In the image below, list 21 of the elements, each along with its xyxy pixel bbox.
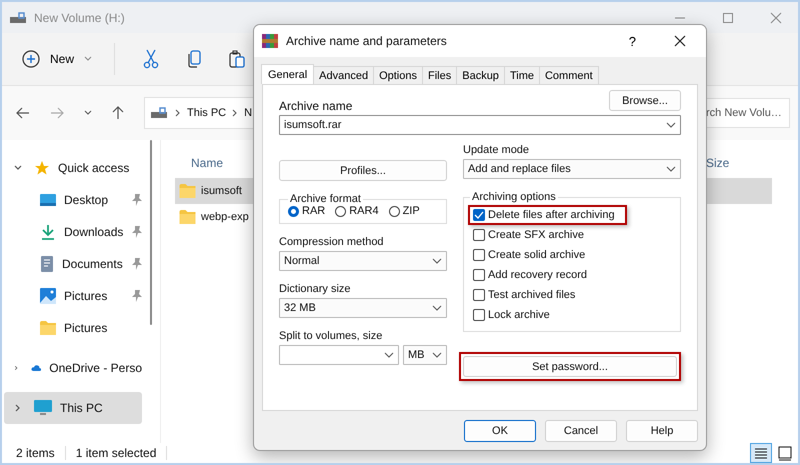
field-label: Archive name — [279, 99, 352, 113]
field-label: Dictionary size — [279, 283, 352, 295]
group-label: Archive format — [289, 193, 362, 205]
file-name: isumsoft — [201, 185, 242, 197]
field-label: Update mode — [463, 144, 530, 156]
sidebar-label: Documents — [62, 257, 124, 271]
field-label: Compression method — [279, 236, 385, 248]
sidebar-label: This PC — [60, 401, 104, 415]
window-title: New Volume (H:) — [34, 10, 125, 24]
status-text: 2 items — [16, 446, 66, 460]
status-text: 1 item selected — [76, 446, 168, 460]
sidebar-label: OneDrive - Perso — [49, 361, 142, 375]
sidebar-label: Desktop — [64, 193, 110, 207]
sidebar-label: Downloads — [64, 225, 124, 239]
dialog-title: Archive name and parameters — [286, 34, 447, 48]
group-label: Archiving options — [471, 191, 557, 203]
sidebar-label: Pictures — [64, 321, 108, 335]
sidebar-label: Pictures — [64, 289, 108, 303]
field-label: Split to volumes, size — [279, 330, 384, 342]
sidebar-label: Quick access — [58, 161, 130, 175]
file-name: webp-exp — [201, 211, 249, 223]
